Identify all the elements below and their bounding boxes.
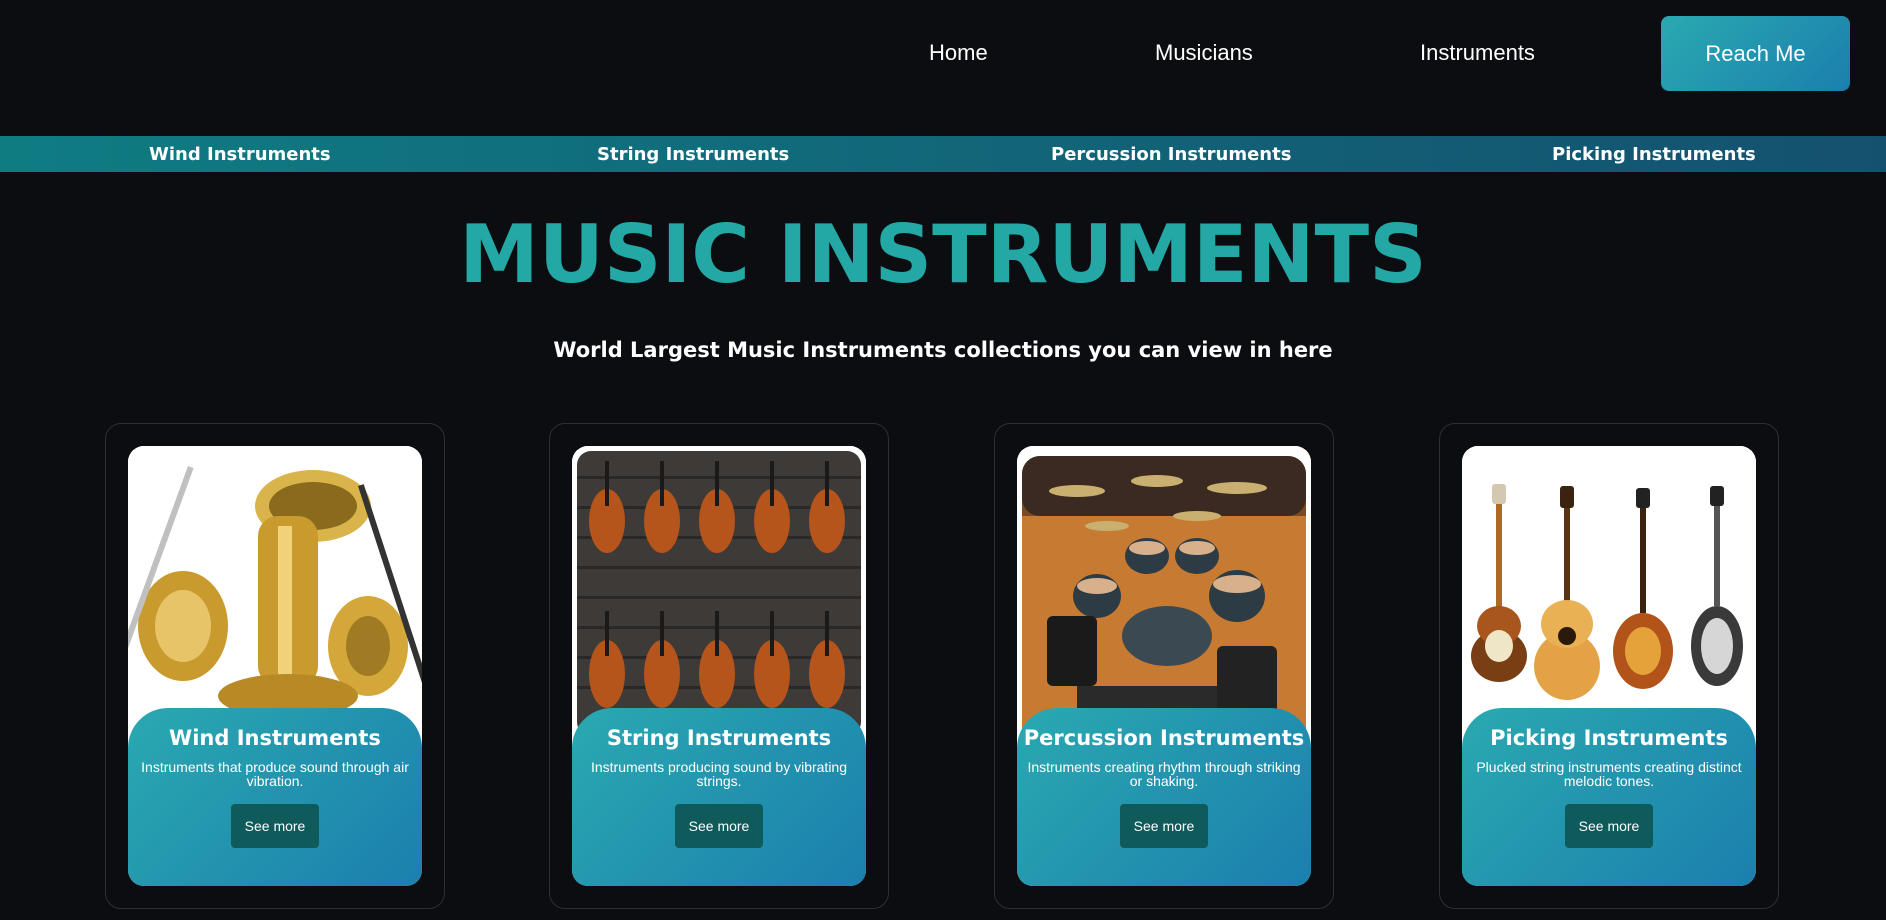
- card-wind-instruments: Wind Instruments Instruments that produc…: [105, 423, 445, 909]
- card-string-instruments: String Instruments Instruments producing…: [549, 423, 889, 909]
- card-title: String Instruments: [606, 726, 832, 750]
- nav-link-home[interactable]: Home: [929, 40, 988, 66]
- card-title: Picking Instruments: [1490, 726, 1728, 750]
- card-title: Percussion Instruments: [1023, 726, 1305, 750]
- card-percussion-instruments: Percussion Instruments Instruments creat…: [994, 423, 1334, 909]
- card-body: Wind Instruments Instruments that produc…: [128, 708, 422, 886]
- violins-image: [572, 446, 866, 736]
- subnav-string[interactable]: String Instruments: [597, 144, 789, 165]
- card-description: Instruments producing sound by vibrating…: [590, 759, 848, 789]
- reach-me-button[interactable]: Reach Me: [1661, 16, 1850, 91]
- card-inner: Picking Instruments Plucked string instr…: [1462, 446, 1756, 886]
- see-more-button[interactable]: See more: [231, 804, 319, 848]
- card-body: String Instruments Instruments producing…: [572, 708, 866, 886]
- see-more-button[interactable]: See more: [1120, 804, 1208, 848]
- subnav-percussion[interactable]: Percussion Instruments: [1051, 144, 1291, 165]
- see-more-button[interactable]: See more: [675, 804, 763, 848]
- card-title: Wind Instruments: [169, 726, 381, 750]
- page-subtitle: World Largest Music Instruments collecti…: [553, 338, 1333, 362]
- brass-instruments-image: [128, 446, 422, 736]
- card-inner: Percussion Instruments Instruments creat…: [1017, 446, 1311, 886]
- drum-kit-image: [1017, 446, 1311, 736]
- see-more-button[interactable]: See more: [1565, 804, 1653, 848]
- card-description: Instruments creating rhythm through stri…: [1027, 759, 1301, 789]
- card-body: Picking Instruments Plucked string instr…: [1462, 708, 1756, 886]
- card-inner: Wind Instruments Instruments that produc…: [128, 446, 422, 886]
- category-subnav: Wind Instruments String Instruments Perc…: [0, 136, 1886, 172]
- nav-link-instruments[interactable]: Instruments: [1420, 40, 1535, 66]
- top-navigation: Home Musicians Instruments Reach Me: [0, 0, 1886, 108]
- guitars-image: [1462, 446, 1756, 736]
- card-picking-instruments: Picking Instruments Plucked string instr…: [1439, 423, 1779, 909]
- nav-link-musicians[interactable]: Musicians: [1155, 40, 1253, 66]
- card-description: Plucked string instruments creating dist…: [1476, 759, 1742, 789]
- subnav-wind[interactable]: Wind Instruments: [149, 144, 331, 165]
- card-description: Instruments that produce sound through a…: [141, 759, 409, 789]
- subnav-picking[interactable]: Picking Instruments: [1552, 144, 1756, 165]
- card-body: Percussion Instruments Instruments creat…: [1017, 708, 1311, 886]
- card-inner: String Instruments Instruments producing…: [572, 446, 866, 886]
- page-title: MUSIC INSTRUMENTS: [459, 208, 1427, 301]
